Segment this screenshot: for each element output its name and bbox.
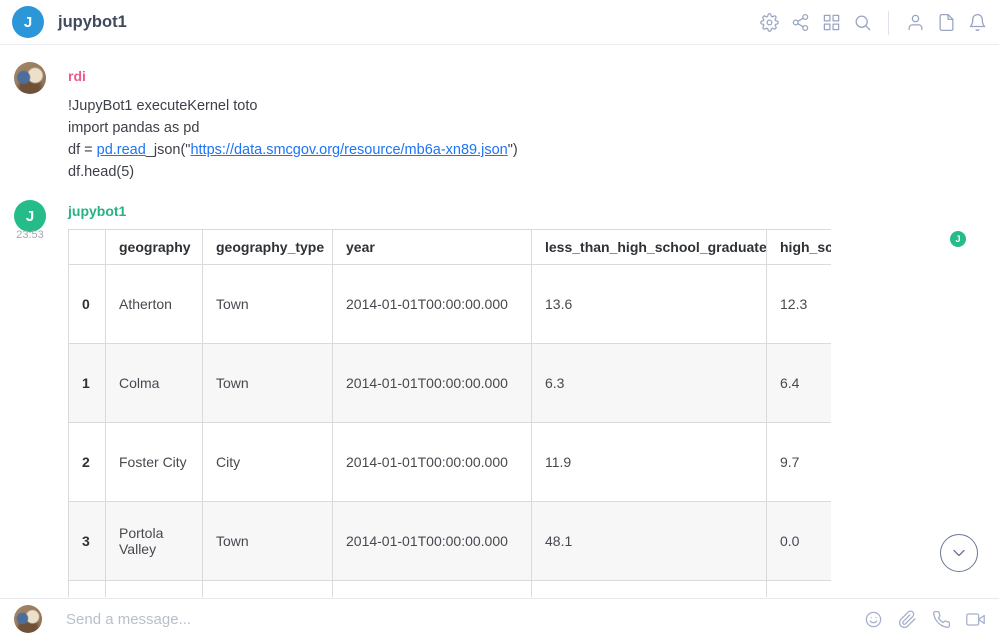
cell-year: 2014-01-01T00:00:00.000: [333, 265, 532, 344]
cell-less-than-hs: 48.1: [532, 502, 767, 581]
cell-high-school: 6.4: [767, 344, 832, 423]
cell-index: 2: [69, 423, 106, 502]
composer-actions: [863, 609, 985, 629]
code-text: "): [508, 142, 518, 158]
table-row: 1 Colma Town 2014-01-01T00:00:00.000 6.3…: [69, 344, 832, 423]
chat-window: J jupybot1: [0, 0, 999, 639]
cell-index: 0: [69, 265, 106, 344]
video-icon[interactable]: [965, 609, 985, 629]
settings-icon[interactable]: [759, 13, 779, 33]
pd-read-link[interactable]: pd.read: [97, 142, 146, 158]
table-row: 3 Portola Valley Town 2014-01-01T00:00:0…: [69, 502, 832, 581]
message-input[interactable]: [66, 611, 863, 628]
cell-year: 2014-01-01T00:00:00.000: [333, 502, 532, 581]
cell-geography: Colma: [106, 344, 203, 423]
jupybot1-presence-badge: J: [950, 231, 966, 247]
cell-index: 3: [69, 502, 106, 581]
code-text: df =: [68, 142, 97, 158]
jupybot1-avatar[interactable]: J: [14, 200, 46, 232]
rdi-message-text: !JupyBot1 executeKernel toto import pand…: [68, 95, 518, 183]
header-toolbar: [759, 0, 987, 45]
phone-icon[interactable]: [931, 609, 951, 629]
cell-high-school: 0.0: [767, 502, 832, 581]
cell-geography-type: Town: [203, 265, 333, 344]
cell-geography: Portola Valley: [106, 502, 203, 581]
bell-icon[interactable]: [967, 13, 987, 33]
column-header-geography-type: geography_type: [203, 230, 333, 265]
message-line: import pandas as pd: [68, 117, 518, 139]
table-header-row: geography geography_type year less_than_…: [69, 230, 832, 265]
message-composer: [0, 598, 999, 639]
rdi-avatar[interactable]: [14, 62, 46, 94]
user-icon[interactable]: [905, 13, 925, 33]
username-jupybot1[interactable]: jupybot1: [68, 203, 126, 219]
cell-year: 2014-01-01T00:00:00.000: [333, 423, 532, 502]
cell-less-than-hs: 11.9: [532, 423, 767, 502]
dataframe-table: geography geography_type year less_than_…: [68, 229, 831, 597]
cell-index: 1: [69, 344, 106, 423]
cell-geography-type: Town: [203, 344, 333, 423]
message-line: df.head(5): [68, 161, 518, 183]
cell-less-than-hs: 6.3: [532, 344, 767, 423]
cell-geography-type: City: [203, 423, 333, 502]
dataframe-table-container[interactable]: geography geography_type year less_than_…: [68, 229, 831, 597]
column-header-high-school: high_sc: [767, 230, 832, 265]
username-rdi[interactable]: rdi: [68, 68, 86, 84]
apps-grid-icon[interactable]: [821, 13, 841, 33]
toolbar-divider: [888, 11, 889, 35]
channel-header: J jupybot1: [0, 0, 999, 45]
table-row-partial: [69, 581, 832, 598]
document-icon[interactable]: [936, 13, 956, 33]
emoji-icon[interactable]: [863, 609, 883, 629]
dataset-url-link[interactable]: https://data.smcgov.org/resource/mb6a-xn…: [190, 142, 507, 158]
search-icon[interactable]: [852, 13, 872, 33]
scroll-to-bottom-button[interactable]: [940, 534, 978, 572]
cell-year: 2014-01-01T00:00:00.000: [333, 344, 532, 423]
column-header-index: [69, 230, 106, 265]
chevron-down-icon: [949, 543, 969, 563]
cell-high-school: 12.3: [767, 265, 832, 344]
cell-geography: Atherton: [106, 265, 203, 344]
own-avatar: [14, 605, 42, 633]
table-row: 0 Atherton Town 2014-01-01T00:00:00.000 …: [69, 265, 832, 344]
attachment-icon[interactable]: [897, 609, 917, 629]
table-row: 2 Foster City City 2014-01-01T00:00:00.0…: [69, 423, 832, 502]
column-header-less-than-hs: less_than_high_school_graduate: [532, 230, 767, 265]
message-timestamp: 23:53: [6, 229, 54, 241]
cell-less-than-hs: 13.6: [532, 265, 767, 344]
cell-high-school: 9.7: [767, 423, 832, 502]
message-line: !JupyBot1 executeKernel toto: [68, 95, 518, 117]
share-icon[interactable]: [790, 13, 810, 33]
cell-geography-type: Town: [203, 502, 333, 581]
column-header-geography: geography: [106, 230, 203, 265]
column-header-year: year: [333, 230, 532, 265]
channel-title: jupybot1: [58, 13, 127, 32]
message-line: df = pd.read_json("https://data.smcgov.o…: [68, 139, 518, 161]
code-text: _json(": [146, 142, 191, 158]
cell-geography: Foster City: [106, 423, 203, 502]
channel-avatar: J: [12, 6, 44, 38]
